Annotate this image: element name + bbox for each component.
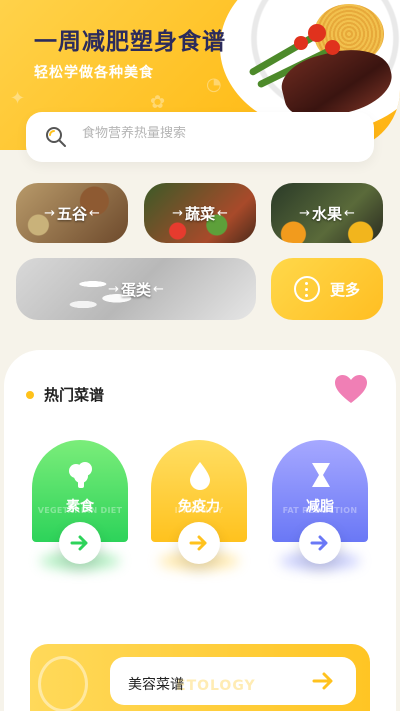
dash-decoration: → [299, 205, 310, 221]
water-drop-icon [190, 462, 210, 490]
more-dots-icon [293, 276, 320, 302]
category-label: 蛋类 [120, 280, 151, 299]
dash-decoration: ← [344, 205, 355, 221]
more-button[interactable]: 更多 [271, 258, 383, 320]
section-title: 热门菜谱 [44, 386, 105, 404]
category-vegetables[interactable]: → 蔬菜 ← [144, 183, 256, 243]
dash-decoration: → [44, 205, 55, 221]
arrow-right-icon [70, 535, 88, 551]
tomato-image [294, 36, 308, 50]
section-dot [26, 391, 34, 399]
tomato-image [325, 40, 340, 55]
beauty-recipes-label: 美容菜谱 [128, 677, 184, 693]
dash-decoration: ← [217, 205, 228, 221]
beauty-english-label: ETOLOGY [176, 678, 256, 694]
dash-decoration: ← [89, 205, 100, 221]
card-label: 减脂 [306, 499, 334, 515]
arrow-right-icon [312, 672, 333, 690]
dash-decoration: ← [153, 281, 164, 297]
doodle-icon: ◔ [206, 74, 222, 95]
dash-decoration: → [172, 205, 183, 221]
more-label: 更多 [329, 280, 360, 299]
hero-subtitle: 轻松学做各种美食 [34, 65, 154, 81]
broccoli-icon [69, 462, 92, 488]
category-label: 五谷 [56, 204, 87, 223]
card-arrow-button[interactable] [59, 522, 101, 564]
doodle-icon: ✦ [10, 88, 26, 109]
search-bar[interactable] [26, 112, 374, 162]
card-label: 素食 [66, 499, 94, 515]
card-label: 免疫力 [178, 499, 220, 515]
dash-decoration: → [108, 281, 119, 297]
face-icon [38, 656, 88, 711]
category-grains[interactable]: → 五谷 ← [16, 183, 128, 243]
hero-title: 一周减肥塑身食谱 [34, 29, 226, 55]
heart-icon[interactable] [334, 374, 368, 404]
category-label: 水果 [311, 204, 342, 223]
card-arrow-button[interactable] [299, 522, 341, 564]
tomato-image [308, 24, 326, 42]
hourglass-icon [312, 463, 330, 487]
search-icon [46, 127, 66, 147]
category-fruit[interactable]: → 水果 ← [271, 183, 383, 243]
search-input[interactable] [82, 126, 352, 141]
card-arrow-button[interactable] [178, 522, 220, 564]
category-label: 蔬菜 [184, 204, 215, 223]
category-eggs[interactable]: → 蛋类 ← [16, 258, 256, 320]
arrow-right-icon [189, 535, 207, 551]
arrow-right-icon [310, 535, 328, 551]
doodle-icon: ✿ [150, 92, 166, 113]
